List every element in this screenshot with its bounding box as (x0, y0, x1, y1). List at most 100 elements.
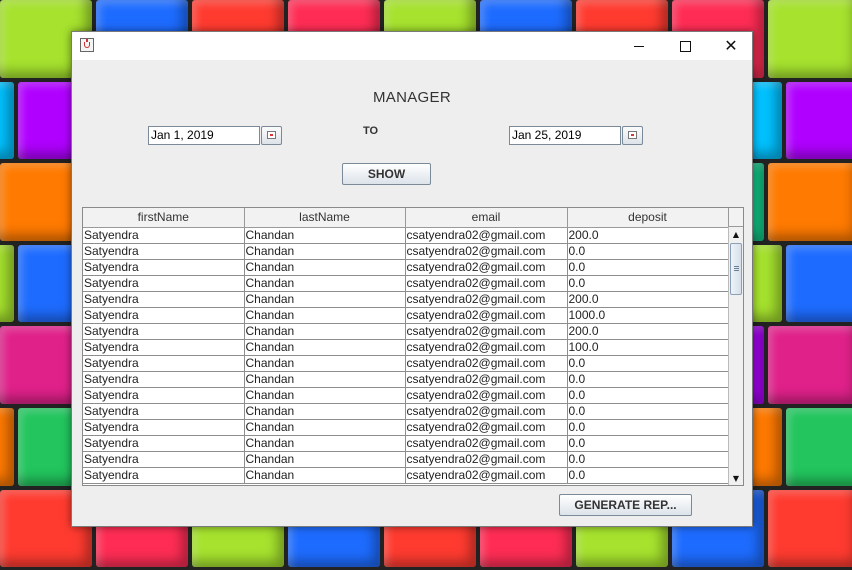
table-row[interactable]: Satyendra Chandan csatyendra02@gmail.com 0.… (83, 275, 729, 292)
table-cell-deposit[interactable]: 0.0 (567, 435, 729, 452)
table-cell-deposit[interactable]: 200.0 (567, 227, 729, 244)
from-date-picker-button[interactable] (261, 126, 282, 145)
table-row[interactable]: Satyendra Chandan csatyendra02@gmail.com 0.… (83, 451, 729, 468)
table-cell-email[interactable]: csatyendra02@gmail.com (405, 227, 568, 244)
table-cell-firstName[interactable]: Satyendra (83, 339, 245, 356)
table-cell-deposit[interactable]: 0.0 (567, 259, 729, 276)
to-date-field[interactable]: Jan 25, 2019 (509, 126, 621, 145)
table-cell-email[interactable]: csatyendra02@gmail.com (405, 403, 568, 420)
scrollbar-thumb[interactable] (730, 243, 742, 295)
table-cell-email[interactable]: csatyendra02@gmail.com (405, 355, 568, 372)
table-cell-deposit[interactable]: 0.0 (567, 387, 729, 404)
table-cell-email[interactable]: csatyendra02@gmail.com (405, 307, 568, 324)
table-cell-email[interactable]: csatyendra02@gmail.com (405, 323, 568, 340)
table-cell-firstName[interactable]: Satyendra (83, 291, 245, 308)
table-cell-lastName[interactable]: Chandan (244, 403, 406, 420)
table-cell-deposit[interactable]: 0.0 (567, 243, 729, 260)
generate-report-button[interactable]: GENERATE REP... (559, 494, 692, 516)
table-cell-lastName[interactable]: Chandan (244, 467, 406, 484)
table-row[interactable]: Satyendra Chandan csatyendra02@gmail.com 20… (83, 323, 729, 340)
table-cell-lastName[interactable]: Chandan (244, 371, 406, 388)
table-row[interactable]: Satyendra Chandan csatyendra02@gmail.com 0.… (83, 387, 729, 404)
java-cup-icon[interactable] (80, 38, 94, 52)
table-cell-firstName[interactable]: Satyendra (83, 467, 245, 484)
table-cell-lastName[interactable]: Chandan (244, 323, 406, 340)
arrow-up-icon[interactable]: ▲ (729, 227, 743, 241)
table-cell-lastName[interactable]: Chandan (244, 259, 406, 276)
close-button[interactable]: ✕ (708, 32, 754, 60)
table-row[interactable]: Satyendra Chandan csatyendra02@gmail.com 0.… (83, 403, 729, 420)
table-row[interactable]: Satyendra Chandan csatyendra02@gmail.com 0.… (83, 467, 729, 484)
table-cell-lastName[interactable]: Chandan (244, 387, 406, 404)
table-row[interactable]: Satyendra Chandan csatyendra02@gmail.com 20… (83, 291, 729, 308)
table-cell-email[interactable]: csatyendra02@gmail.com (405, 259, 568, 276)
table-row[interactable]: Satyendra Chandan csatyendra02@gmail.com 0.… (83, 371, 729, 388)
table-cell-firstName[interactable]: Satyendra (83, 387, 245, 404)
table-cell-deposit[interactable]: 200.0 (567, 323, 729, 340)
arrow-down-icon[interactable]: ▼ (729, 471, 743, 485)
table-cell-firstName[interactable]: Satyendra (83, 403, 245, 420)
table-cell-firstName[interactable]: Satyendra (83, 435, 245, 452)
table-row[interactable]: Satyendra Chandan csatyendra02@gmail.com 10… (83, 339, 729, 356)
table-row[interactable]: Satyendra Chandan csatyendra02@gmail.com 0.… (83, 243, 729, 260)
table-cell-deposit[interactable]: 100.0 (567, 339, 729, 356)
to-date-picker-button[interactable] (622, 126, 643, 145)
table-cell-deposit[interactable]: 0.0 (567, 355, 729, 372)
table-cell-deposit[interactable]: 0.0 (567, 275, 729, 292)
table-cell-email[interactable]: csatyendra02@gmail.com (405, 419, 568, 436)
table-cell-lastName[interactable]: Chandan (244, 451, 406, 468)
table-row[interactable]: Satyendra Chandan csatyendra02@gmail.com 0.… (83, 259, 729, 276)
table-cell-lastName[interactable]: Chandan (244, 307, 406, 324)
minimize-button[interactable] (616, 32, 662, 60)
table-cell-email[interactable]: csatyendra02@gmail.com (405, 291, 568, 308)
column-header-firstName[interactable]: firstName (83, 208, 245, 228)
table-cell-email[interactable]: csatyendra02@gmail.com (405, 451, 568, 468)
column-header-lastName[interactable]: lastName (244, 208, 406, 228)
table-cell-lastName[interactable]: Chandan (244, 339, 406, 356)
table-cell-firstName[interactable]: Satyendra (83, 371, 245, 388)
table-cell-lastName[interactable]: Chandan (244, 243, 406, 260)
table-cell-email[interactable]: csatyendra02@gmail.com (405, 275, 568, 292)
table-cell-firstName[interactable]: Satyendra (83, 419, 245, 436)
table-cell-deposit[interactable]: 0.0 (567, 467, 729, 484)
table-cell-lastName[interactable]: Chandan (244, 355, 406, 372)
wallpaper-cube (0, 81, 14, 160)
table-row[interactable]: Satyendra Chandan csatyendra02@gmail.com 20… (83, 227, 729, 244)
deposits-table: firstName lastName email deposit Satyendra C… (82, 207, 744, 486)
table-cell-firstName[interactable]: Satyendra (83, 259, 245, 276)
table-cell-deposit[interactable]: 0.0 (567, 451, 729, 468)
table-row[interactable]: Satyendra Chandan csatyendra02@gmail.com 10… (83, 307, 729, 324)
table-row[interactable]: Satyendra Chandan csatyendra02@gmail.com 0.… (83, 419, 729, 436)
vertical-scrollbar[interactable]: ▲ ▼ (728, 227, 743, 485)
table-cell-firstName[interactable]: Satyendra (83, 323, 245, 340)
table-cell-deposit[interactable]: 1000.0 (567, 307, 729, 324)
table-row[interactable]: Satyendra Chandan csatyendra02@gmail.com 0.… (83, 355, 729, 372)
show-button[interactable]: SHOW (342, 163, 431, 185)
table-cell-deposit[interactable]: 0.0 (567, 371, 729, 388)
table-cell-deposit[interactable]: 0.0 (567, 419, 729, 436)
table-cell-deposit[interactable]: 200.0 (567, 291, 729, 308)
table-cell-email[interactable]: csatyendra02@gmail.com (405, 435, 568, 452)
table-cell-lastName[interactable]: Chandan (244, 227, 406, 244)
table-cell-email[interactable]: csatyendra02@gmail.com (405, 339, 568, 356)
table-cell-email[interactable]: csatyendra02@gmail.com (405, 371, 568, 388)
table-cell-firstName[interactable]: Satyendra (83, 227, 245, 244)
table-cell-firstName[interactable]: Satyendra (83, 275, 245, 292)
from-date-field[interactable]: Jan 1, 2019 (148, 126, 260, 145)
table-cell-lastName[interactable]: Chandan (244, 419, 406, 436)
table-row[interactable]: Satyendra Chandan csatyendra02@gmail.com 0.… (83, 435, 729, 452)
table-cell-deposit[interactable]: 0.0 (567, 403, 729, 420)
table-cell-email[interactable]: csatyendra02@gmail.com (405, 467, 568, 484)
table-cell-lastName[interactable]: Chandan (244, 291, 406, 308)
table-cell-firstName[interactable]: Satyendra (83, 355, 245, 372)
table-cell-firstName[interactable]: Satyendra (83, 243, 245, 260)
column-header-email[interactable]: email (405, 208, 568, 228)
table-cell-lastName[interactable]: Chandan (244, 275, 406, 292)
table-cell-lastName[interactable]: Chandan (244, 435, 406, 452)
table-cell-firstName[interactable]: Satyendra (83, 451, 245, 468)
table-cell-email[interactable]: csatyendra02@gmail.com (405, 387, 568, 404)
maximize-button[interactable] (662, 32, 708, 60)
table-cell-firstName[interactable]: Satyendra (83, 307, 245, 324)
table-cell-email[interactable]: csatyendra02@gmail.com (405, 243, 568, 260)
column-header-deposit[interactable]: deposit (567, 208, 729, 228)
